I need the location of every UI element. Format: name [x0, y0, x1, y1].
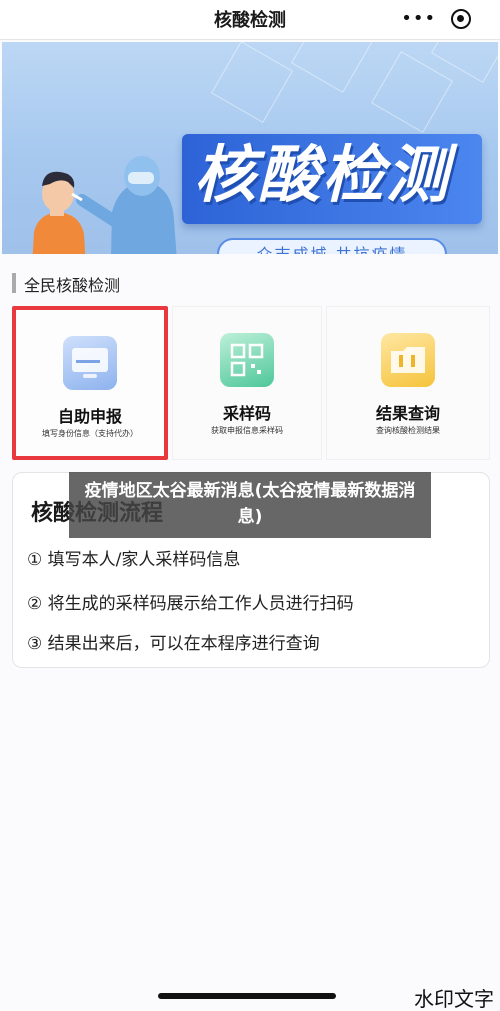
- result-query-card[interactable]: 结果查询 查询核酸检测结果: [326, 306, 490, 460]
- nav-bar: 核酸检测 •••: [0, 0, 500, 40]
- caption-overlay: 疫情地区太谷最新消息(太谷疫情最新数据消息): [69, 472, 431, 538]
- hex-decoration: [291, 42, 373, 93]
- more-dots-icon[interactable]: •••: [401, 10, 436, 28]
- home-indicator[interactable]: [158, 993, 336, 999]
- banner-slogan: 众志成城 共抗疫情: [217, 241, 447, 254]
- sample-code-card[interactable]: 采样码 获取申报信息采样码: [172, 306, 322, 460]
- monitor-icon: [63, 336, 117, 390]
- self-report-card[interactable]: 自助申报 填写身份信息（支持代办）: [12, 306, 168, 460]
- card-subtitle: 获取申报信息采样码: [211, 426, 283, 435]
- qrcode-icon: [220, 333, 274, 387]
- process-step: ① 填写本人/家人采样码信息: [27, 550, 241, 570]
- hex-decoration: [371, 51, 453, 133]
- hero-banner: 核酸检测 众志成城 共抗疫情: [2, 42, 498, 254]
- mini-program-capsule: •••: [394, 6, 478, 32]
- caption-text: 疫情地区太谷最新消息(太谷疫情最新数据消息): [84, 481, 416, 527]
- card-label: 结果查询: [375, 404, 440, 423]
- card-label: 自助申报: [57, 407, 122, 426]
- service-cards: 自助申报 填写身份信息（支持代办） 采样码 获取申报信息采样码 结果查询 查询核…: [12, 306, 490, 462]
- card-subtitle: 填写身份信息（支持代办）: [42, 429, 138, 438]
- hex-decoration: [211, 42, 293, 123]
- target-close-icon[interactable]: [450, 9, 471, 29]
- app-page: 核酸检测 ••• 核酸检测 众志成城 共抗疫情 全民核: [0, 0, 500, 1011]
- watermark-text: 水印文字: [414, 987, 494, 1011]
- folder-icon: [381, 333, 435, 387]
- card-subtitle: 查询核酸检测结果: [376, 426, 440, 435]
- section-marker: [12, 273, 16, 293]
- medical-staff-illustration: [32, 156, 177, 254]
- card-label: 采样码: [222, 404, 271, 423]
- process-step: ③ 结果出来后，可以在本程序进行查询: [27, 634, 320, 654]
- section-title: 全民核酸检测: [24, 276, 121, 295]
- banner-title: 核酸检测: [194, 138, 451, 211]
- process-step: ② 将生成的采样码展示给工作人员进行扫码: [27, 594, 354, 614]
